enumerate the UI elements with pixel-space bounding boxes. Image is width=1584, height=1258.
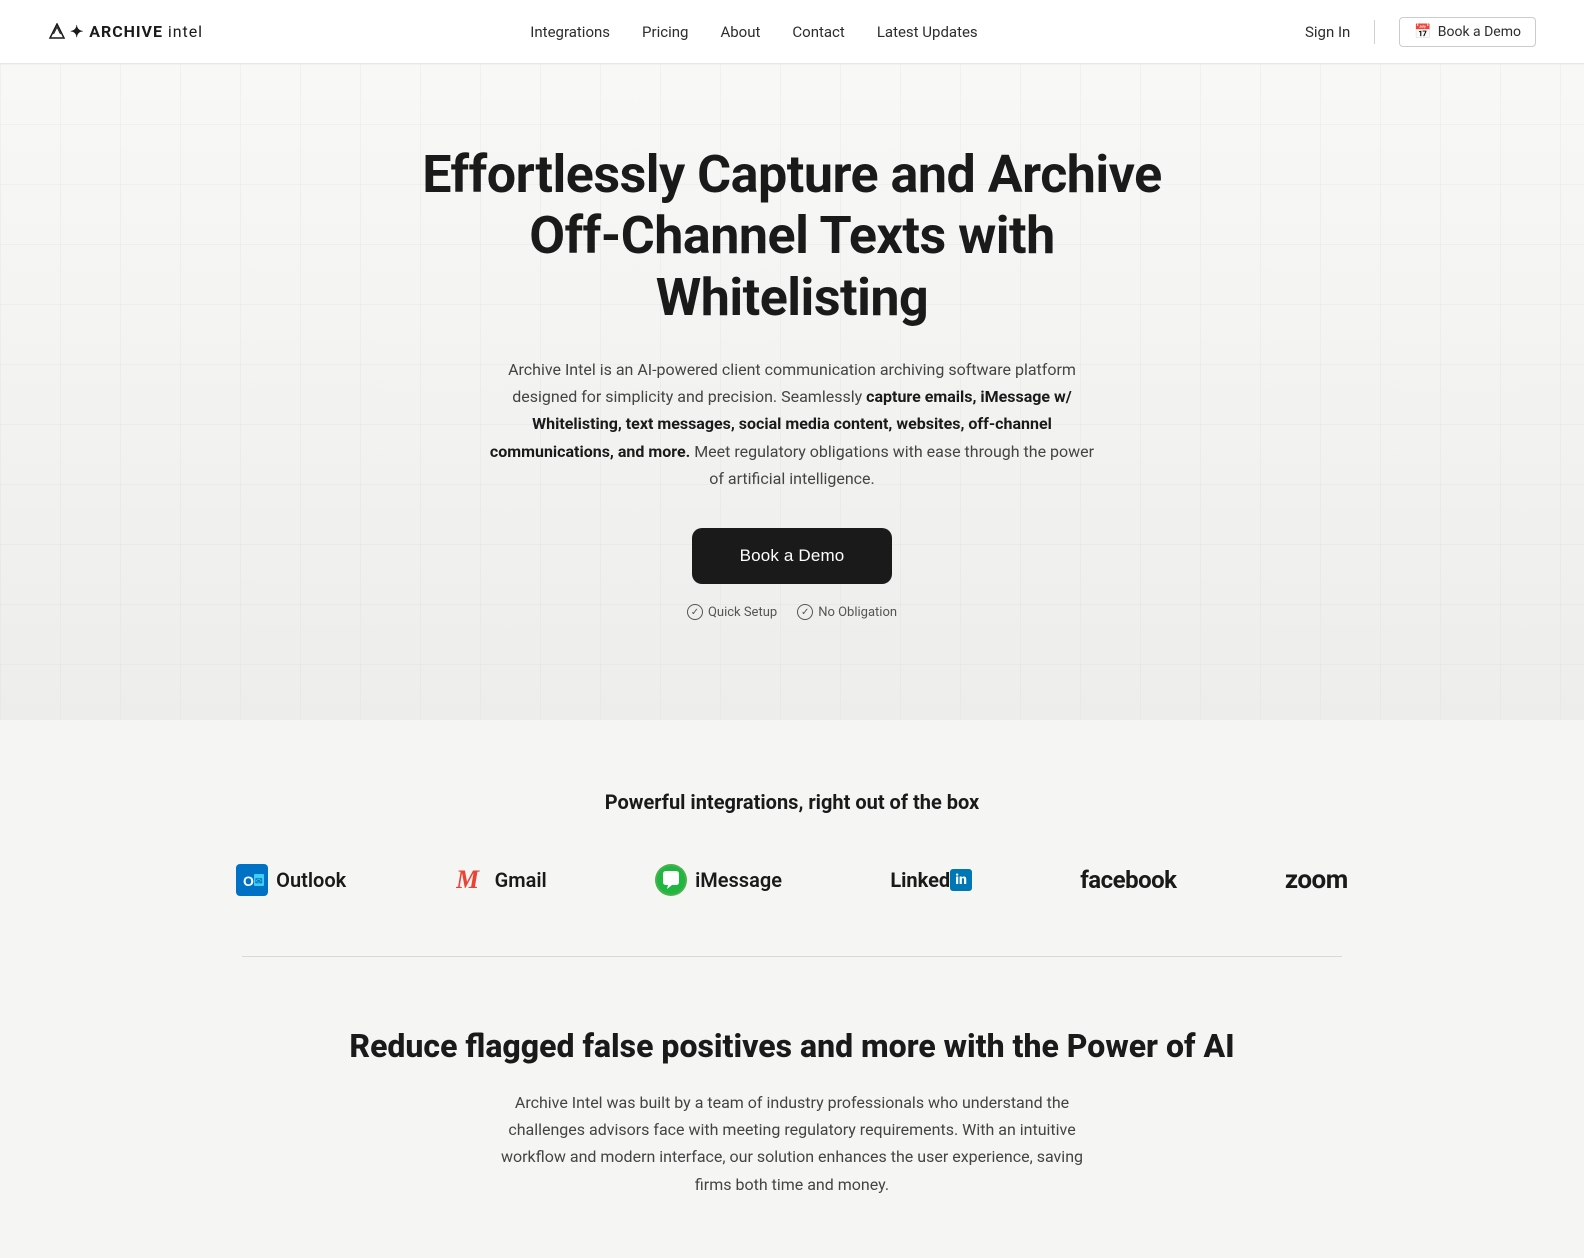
no-obligation-label: No Obligation <box>818 605 897 620</box>
quick-setup-badge: ✓ Quick Setup <box>687 604 777 620</box>
calendar-icon: 📅 <box>1414 24 1431 40</box>
nav-links: Integrations Pricing About Contact Lates… <box>530 23 977 41</box>
nav-link-about[interactable]: About <box>720 23 760 41</box>
nav-link-contact[interactable]: Contact <box>792 23 844 41</box>
cta-wrapper: Book a Demo <box>392 528 1192 604</box>
quick-setup-label: Quick Setup <box>708 605 777 620</box>
svg-text:M: M <box>456 866 480 894</box>
cta-badges: ✓ Quick Setup ✓ No Obligation <box>392 604 1192 620</box>
hero-description-end: Meet regulatory obligations with ease th… <box>690 442 1094 488</box>
ai-section: Reduce flagged false positives and more … <box>0 957 1584 1258</box>
nav-link-latest-updates[interactable]: Latest Updates <box>877 23 978 41</box>
imessage-label: iMessage <box>695 868 782 892</box>
gmail-label: Gmail <box>495 868 547 892</box>
imessage-icon <box>655 864 687 896</box>
integrations-section: Powerful integrations, right out of the … <box>0 720 1584 956</box>
quick-setup-check-icon: ✓ <box>687 604 703 620</box>
svg-text:O: O <box>243 873 254 889</box>
hero-description: Archive Intel is an AI-powered client co… <box>482 356 1102 492</box>
integrations-logos: O ✉ Outlook M Gmail <box>192 864 1392 896</box>
integration-facebook[interactable]: facebook <box>1080 866 1176 894</box>
nav-book-demo-button[interactable]: 📅 Book a Demo <box>1399 17 1536 47</box>
linkedin-in-icon: in <box>950 869 972 891</box>
hero-section: Effortlessly Capture and Archive Off-Cha… <box>0 64 1584 720</box>
integration-imessage[interactable]: iMessage <box>655 864 782 896</box>
gmail-icon: M <box>455 864 487 896</box>
facebook-label: facebook <box>1080 866 1176 894</box>
nav-divider <box>1374 20 1375 44</box>
hero-cta-button[interactable]: Book a Demo <box>692 528 893 584</box>
integration-zoom[interactable]: zoom <box>1285 865 1348 895</box>
hero-content: Effortlessly Capture and Archive Off-Cha… <box>392 144 1192 620</box>
logo-icon <box>48 23 66 41</box>
integration-outlook[interactable]: O ✉ Outlook <box>236 864 346 896</box>
ai-section-description: Archive Intel was built by a team of ind… <box>492 1089 1092 1198</box>
integration-gmail[interactable]: M Gmail <box>455 864 547 896</box>
integrations-title: Powerful integrations, right out of the … <box>48 790 1536 814</box>
linkedin-text-label: Linked <box>890 868 950 892</box>
no-obligation-badge: ✓ No Obligation <box>797 604 897 620</box>
no-obligation-check-icon: ✓ <box>797 604 813 620</box>
nav-right: Sign In 📅 Book a Demo <box>1305 17 1536 47</box>
integration-linkedin[interactable]: Linked in <box>890 868 972 892</box>
nav-link-integrations[interactable]: Integrations <box>530 23 610 41</box>
outlook-label: Outlook <box>276 868 346 892</box>
navbar: ✦ ARCHIVE intel Integrations Pricing Abo… <box>0 0 1584 64</box>
outlook-icon: O ✉ <box>236 864 268 896</box>
nav-book-demo-label: Book a Demo <box>1438 24 1521 40</box>
zoom-label: zoom <box>1285 865 1348 895</box>
nav-link-pricing[interactable]: Pricing <box>642 23 688 41</box>
svg-text:✉: ✉ <box>255 876 263 886</box>
sign-in-link[interactable]: Sign In <box>1305 23 1350 41</box>
hero-title: Effortlessly Capture and Archive Off-Cha… <box>392 144 1192 328</box>
ai-section-title: Reduce flagged false positives and more … <box>48 1027 1536 1065</box>
logo-label: ✦ ARCHIVE intel <box>70 22 203 41</box>
logo[interactable]: ✦ ARCHIVE intel <box>48 22 203 41</box>
logo-text: ✦ ARCHIVE intel <box>48 22 203 41</box>
